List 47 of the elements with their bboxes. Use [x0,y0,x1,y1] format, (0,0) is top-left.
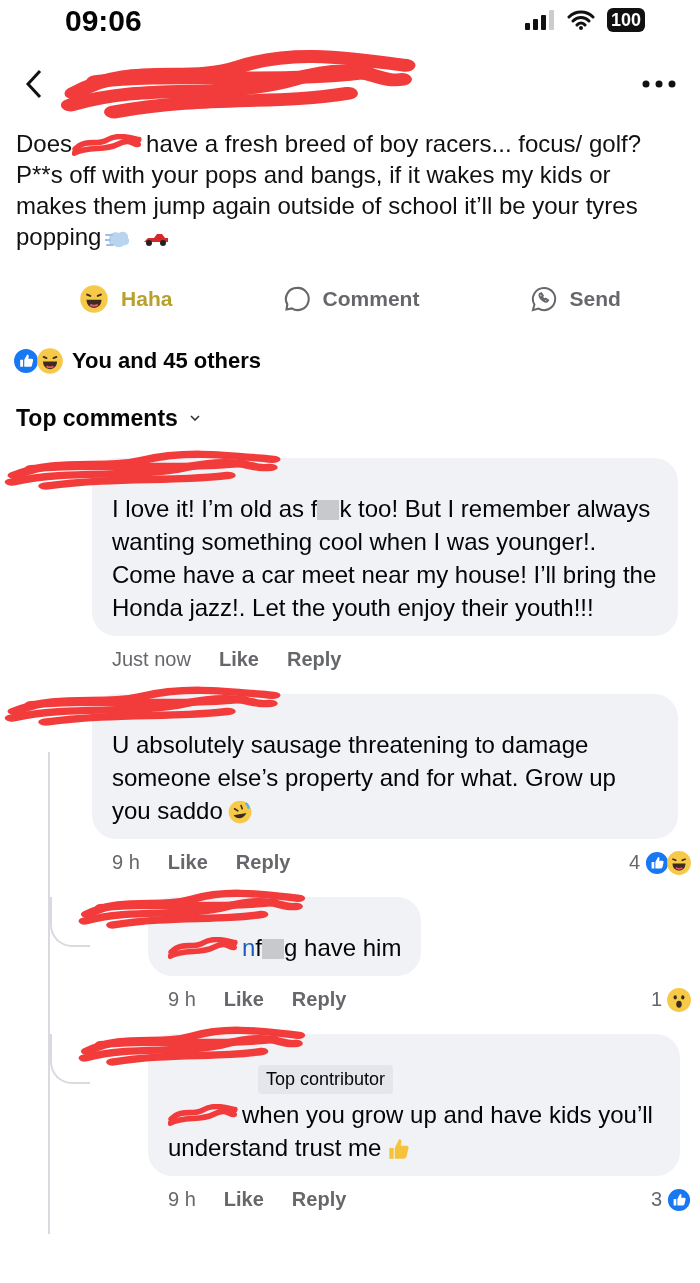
signal-icon [524,10,555,30]
laughing-face-icon [666,850,692,877]
comment-time: 9 h [168,986,196,1012]
top-contributor-badge: Top contributor [258,1064,394,1094]
surprised-face-icon [666,987,692,1014]
like-reaction-icon [644,850,670,877]
redaction-scribble [72,133,143,158]
battery-indicator: 100 [606,8,645,32]
laughing-face-icon [36,346,64,375]
comment-text: when you grow up and have kids you’ll understand trust me [168,1099,654,1164]
like-reaction-icon [12,346,40,375]
like-link[interactable]: Like [223,1183,264,1214]
wifi-icon [566,10,595,30]
reply-link[interactable]: Reply [291,983,347,1014]
send-button[interactable]: Send [529,283,621,315]
like-link[interactable]: Like [167,846,208,877]
caret-icon [189,415,200,422]
reaction-count: 4 [628,849,640,875]
laughing-face-icon [226,799,253,826]
redaction-scribble [168,937,238,962]
reaction-count: 1 [650,986,662,1012]
status-time: 09:06 [65,2,142,39]
redaction-scribble [168,1104,238,1129]
like-link[interactable]: Like [218,643,259,674]
reply-link[interactable]: Reply [286,643,342,674]
comment-sort-dropdown[interactable]: Top comments [0,401,216,436]
comment-text: nf g have him [168,930,402,964]
reaction-summary[interactable]: You and 45 others [72,344,262,377]
more-options-icon[interactable] [642,80,676,88]
back-icon[interactable] [24,68,44,100]
comment-time: 9 h [168,1186,196,1212]
phone-bubble-icon [529,285,558,313]
comment-text: U absolutely sausage threatening to damage someone else’s property and for what. Grow up you saddo [112,729,617,827]
laughing-face-icon [79,284,110,314]
comment-time: Just now [112,646,191,672]
speech-bubble-icon [282,285,311,313]
blurred-word [317,500,340,521]
blurred-word [262,939,285,960]
comment-button[interactable]: Comment [282,283,420,315]
like-reaction-icon [666,1187,692,1214]
like-link[interactable]: Like [223,983,264,1014]
reply-link[interactable]: Reply [235,846,291,877]
comment-text: I love it! I’m old as f k too! But I remember always wanting something cool when I was younger!. Come have a car meet near my house! I’ll bring the Honda jazz!. Let the youth enjoy their youth!!! [112,493,658,623]
reply-link[interactable]: Reply [291,1183,347,1214]
post-text: Does have a fresh breed of boy racers... focus/ golf? P**s off with your pops and bangs, if it wakes my kids or makes them jump again outside of school it’ll be your tyres popping [16,129,642,252]
reaction-count: 3 [650,1186,662,1212]
comment-time: 9 h [112,849,140,875]
